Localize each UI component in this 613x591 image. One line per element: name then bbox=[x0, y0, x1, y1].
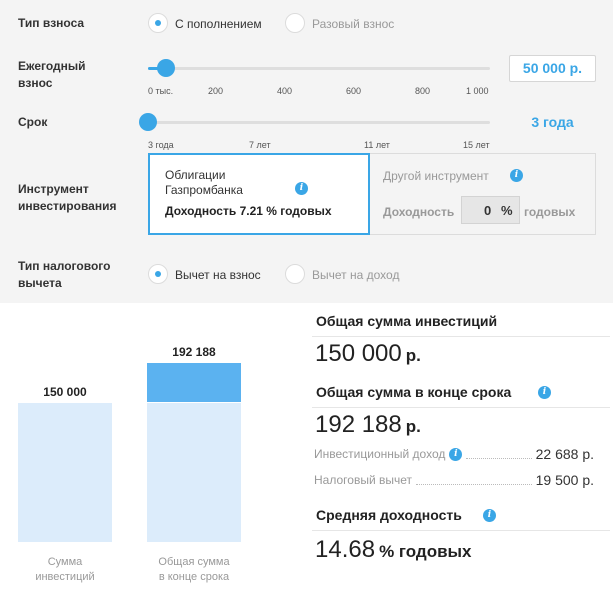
info-icon[interactable]: i bbox=[449, 447, 463, 461]
annual-contribution-slider-thumb[interactable] bbox=[157, 59, 175, 77]
radio-with-replenishment[interactable] bbox=[148, 13, 168, 33]
annual-tick-600: 600 bbox=[346, 86, 362, 96]
bar-label-total-investment: 150 000 bbox=[43, 384, 87, 399]
bar-end-total-income bbox=[147, 363, 241, 403]
radio-with-replenishment-label[interactable]: С пополнением bbox=[175, 17, 262, 31]
total-end-currency: р. bbox=[405, 417, 421, 436]
radio-single-payment[interactable] bbox=[285, 13, 305, 33]
instrument-label-line1: Инструмент bbox=[18, 182, 89, 196]
bar-total-investment bbox=[18, 402, 112, 542]
avg-yield-unit: % годовых bbox=[379, 542, 472, 561]
bar-caption-0-line2: инвестиций bbox=[35, 571, 95, 583]
total-investment-currency: р. bbox=[405, 346, 421, 365]
annual-contribution-label-line2: взнос bbox=[18, 76, 53, 90]
annual-contribution-label: Ежегодный взнос bbox=[18, 58, 133, 92]
divider bbox=[312, 530, 610, 531]
total-end-amount: 192 188 bbox=[315, 411, 402, 438]
investment-income-row: Инвестиционный доход i 22 688 р. bbox=[314, 446, 594, 462]
radio-deduction-on-contribution[interactable] bbox=[148, 264, 168, 284]
info-icon[interactable]: i bbox=[295, 182, 308, 195]
other-yield-value: 0 bbox=[484, 203, 492, 218]
annual-tick-1000: 1 000 bbox=[466, 86, 489, 96]
term-tick-7: 7 лет bbox=[249, 140, 271, 150]
instrument-card-other[interactable]: Другой инструмент i Доходность 0 % годов… bbox=[370, 153, 596, 235]
other-yield-percent: % bbox=[501, 203, 513, 218]
instrument-card-other-name: Другой инструмент bbox=[383, 169, 489, 183]
info-icon[interactable]: i bbox=[510, 169, 523, 182]
radio-deduction-on-contribution-label[interactable]: Вычет на взнос bbox=[175, 268, 261, 282]
info-icon[interactable]: i bbox=[538, 386, 551, 399]
info-icon[interactable]: i bbox=[483, 509, 496, 522]
other-yield-input[interactable]: 0 % bbox=[461, 196, 520, 224]
avg-yield-value: 14.68% годовых bbox=[315, 536, 472, 564]
total-investment-value: 150 000 р. bbox=[315, 340, 421, 368]
investment-income-value: 22 688 р. bbox=[535, 446, 594, 462]
investment-income-label: Инвестиционный доход bbox=[314, 447, 446, 461]
instrument-label-line2: инвестирования bbox=[18, 199, 117, 213]
instrument-card-gazprombank-yield: Доходность 7.21 % годовых bbox=[165, 204, 332, 218]
term-slider-thumb[interactable] bbox=[139, 113, 157, 131]
avg-yield-title: Средняя доходность bbox=[316, 507, 462, 523]
total-investment-amount: 150 000 bbox=[315, 340, 402, 367]
annual-tick-0: 0 тыс. bbox=[148, 86, 174, 96]
bar-end-total-base bbox=[147, 402, 241, 542]
divider bbox=[312, 336, 610, 337]
term-tick-3: 3 года bbox=[148, 140, 174, 150]
total-end-title: Общая сумма в конце срока bbox=[316, 384, 512, 400]
tax-deduction-label-line2: вычета bbox=[18, 276, 62, 290]
divider bbox=[312, 407, 610, 408]
bar-label-end-total: 192 188 bbox=[172, 345, 216, 360]
contribution-type-label: Тип взноса bbox=[18, 16, 85, 30]
tax-deduction-label-line1: Тип налогового bbox=[18, 259, 111, 273]
tax-deduction-row: Налоговый вычет 19 500 р. bbox=[314, 472, 594, 488]
instrument-card-other-yield-label: Доходность bbox=[383, 205, 455, 219]
instrument-name-line1: Облигации bbox=[165, 168, 226, 182]
radio-deduction-on-income-label[interactable]: Вычет на доход bbox=[312, 268, 399, 282]
term-label: Срок bbox=[18, 115, 48, 129]
annual-contribution-slider-track[interactable] bbox=[148, 67, 490, 70]
instrument-card-gazprombank[interactable]: Облигации Газпромбанка i Доходность 7.21… bbox=[148, 153, 370, 235]
bar-caption-0-line1: Сумма bbox=[47, 556, 83, 568]
annual-contribution-input[interactable]: 50 000 р. bbox=[509, 55, 596, 82]
bar-caption-1-line1: Общая сумма bbox=[158, 556, 230, 568]
term-slider-track[interactable] bbox=[148, 121, 490, 124]
calculator-form-panel: Тип взноса С пополнением Разовый взнос Е… bbox=[0, 0, 613, 303]
total-investment-title: Общая сумма инвестиций bbox=[316, 313, 498, 329]
annual-tick-200: 200 bbox=[208, 86, 224, 96]
instrument-card-other-suffix: годовых bbox=[524, 205, 576, 219]
radio-deduction-on-income[interactable] bbox=[285, 264, 305, 284]
bar-caption-1-line2: в конце срока bbox=[158, 571, 230, 583]
dotted-leader bbox=[466, 450, 532, 459]
instrument-name-line2: Газпромбанка bbox=[165, 183, 243, 197]
term-tick-15: 15 лет bbox=[463, 140, 490, 150]
bar-caption-total-investment: Сумма инвестиций bbox=[18, 555, 112, 585]
annual-contribution-label-line1: Ежегодный bbox=[18, 59, 86, 73]
instrument-label: Инструмент инвестирования bbox=[18, 181, 133, 215]
term-tick-11: 11 лет bbox=[364, 140, 390, 150]
annual-tick-400: 400 bbox=[277, 86, 293, 96]
bar-caption-end-total: Общая сумма в конце срока bbox=[147, 555, 241, 585]
instrument-card-gazprombank-name: Облигации Газпромбанка bbox=[165, 168, 243, 198]
tax-deduction-value: 19 500 р. bbox=[535, 472, 594, 488]
annual-tick-800: 800 bbox=[415, 86, 431, 96]
total-end-value: 192 188 р. bbox=[315, 411, 421, 439]
tax-deduction-summary-label: Налоговый вычет bbox=[314, 473, 412, 487]
avg-yield-number: 14.68 bbox=[315, 536, 376, 563]
term-value: 3 года bbox=[531, 114, 574, 130]
radio-single-payment-label[interactable]: Разовый взнос bbox=[312, 17, 394, 31]
tax-deduction-label: Тип налогового вычета bbox=[18, 258, 133, 292]
dotted-leader bbox=[416, 476, 532, 485]
